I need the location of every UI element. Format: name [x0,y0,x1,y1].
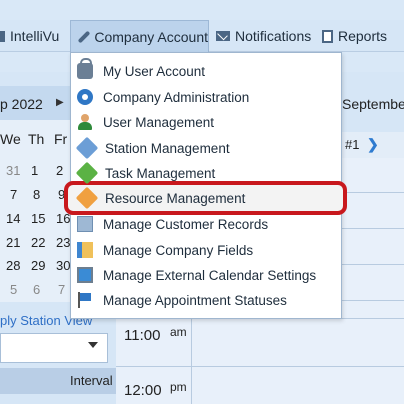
chevron-down-icon[interactable] [88,342,98,348]
calendar-day[interactable]: 14 [6,211,20,226]
calendar-day[interactable]: 6 [33,282,40,297]
calendar-day[interactable]: 5 [10,282,17,297]
schedule-month-header: September [342,96,404,112]
weekday-header: Fr [54,131,68,147]
time-divider [116,366,192,367]
tag-blue-icon [75,136,99,160]
weekday-header: We [0,131,21,147]
calendar-day[interactable]: 21 [6,235,20,250]
station-view-select[interactable] [0,333,108,363]
nav-intellivu[interactable]: IntelliVu [0,20,59,52]
nav-notifications-label: Notifications [235,28,312,44]
menu-item-label: Manage External Calendar Settings [103,267,317,283]
gear-icon [77,89,93,105]
menu-item-label: User Management [103,114,215,130]
weekday-header: Th [28,131,45,147]
menu-item-manage-customer-records[interactable]: Manage Customer Records [77,213,268,235]
calendar-day[interactable]: 7 [58,282,65,297]
envelope-icon [216,31,230,41]
nav-company-account-label: Company Account [94,28,208,45]
time-label: 12:00 [124,382,162,399]
monitor-icon [77,267,93,283]
calendar-month-label: p 2022 [0,96,43,112]
calendar-day[interactable]: 29 [31,258,45,273]
menu-item-my-user-account[interactable]: My User Account [77,58,206,82]
menu-item-resource-management[interactable]: Resource Management [75,186,246,210]
calendar-day[interactable]: 7 [10,187,17,202]
user-icon [77,114,93,130]
next-station-icon[interactable]: ❯ [367,136,379,153]
interval-label: Interval [70,373,113,388]
fields-icon [77,242,93,258]
menu-item-label: Task Management [105,165,216,181]
nav-reports[interactable]: Reports [322,20,387,52]
tag-green-icon [75,161,99,185]
calendar-day[interactable]: 1 [31,163,38,178]
records-icon [77,216,93,232]
menu-item-manage-company-fields[interactable]: Manage Company Fields [77,239,253,261]
nav-company-account[interactable]: Company Account [70,20,209,52]
menu-item-manage-appointment-statuses[interactable]: Manage Appointment Statuses [77,289,287,311]
menu-item-manage-external-calendar-settings[interactable]: Manage External Calendar Settings [77,264,316,286]
wrench-icon [77,30,89,44]
grid-icon [0,30,5,42]
station-number: #1 [345,137,360,152]
menu-item-label: Resource Management [105,190,246,206]
menu-item-label: Manage Company Fields [103,242,254,258]
menu-item-station-management[interactable]: Station Management [75,136,230,160]
menu-item-label: Manage Appointment Statuses [103,292,287,308]
tag-orange-icon [75,186,99,210]
calendar-day[interactable]: 30 [56,258,70,273]
time-ampm: pm [170,380,187,394]
menu-item-label: Station Management [105,140,230,156]
menu-item-user-management[interactable]: User Management [77,111,214,133]
lock-icon [77,58,93,79]
nav-intellivu-label: IntelliVu [10,28,60,44]
calendar-day[interactable]: 28 [6,258,20,273]
slot-divider [192,366,404,367]
nav-notifications[interactable]: Notifications [216,20,311,52]
time-ampm: am [170,325,187,339]
menu-item-company-administration[interactable]: Company Administration [77,86,249,108]
calendar-day[interactable]: 23 [56,235,70,250]
calendar-day[interactable]: 31 [6,163,20,178]
calendar-day[interactable]: 8 [33,187,40,202]
report-icon [322,29,333,43]
calendar-day[interactable]: 2 [56,163,63,178]
menu-item-label: Company Administration [103,89,250,105]
nav-reports-label: Reports [338,28,388,44]
calendar-next-month-button[interactable]: ▶ [56,97,64,108]
flag-icon [77,292,93,308]
menu-item-label: My User Account [103,63,206,79]
menu-item-task-management[interactable]: Task Management [75,161,216,185]
menu-item-label: Manage Customer Records [103,216,269,232]
time-label: 11:00 [124,327,161,344]
calendar-day[interactable]: 15 [31,211,45,226]
calendar-day[interactable]: 22 [31,235,45,250]
